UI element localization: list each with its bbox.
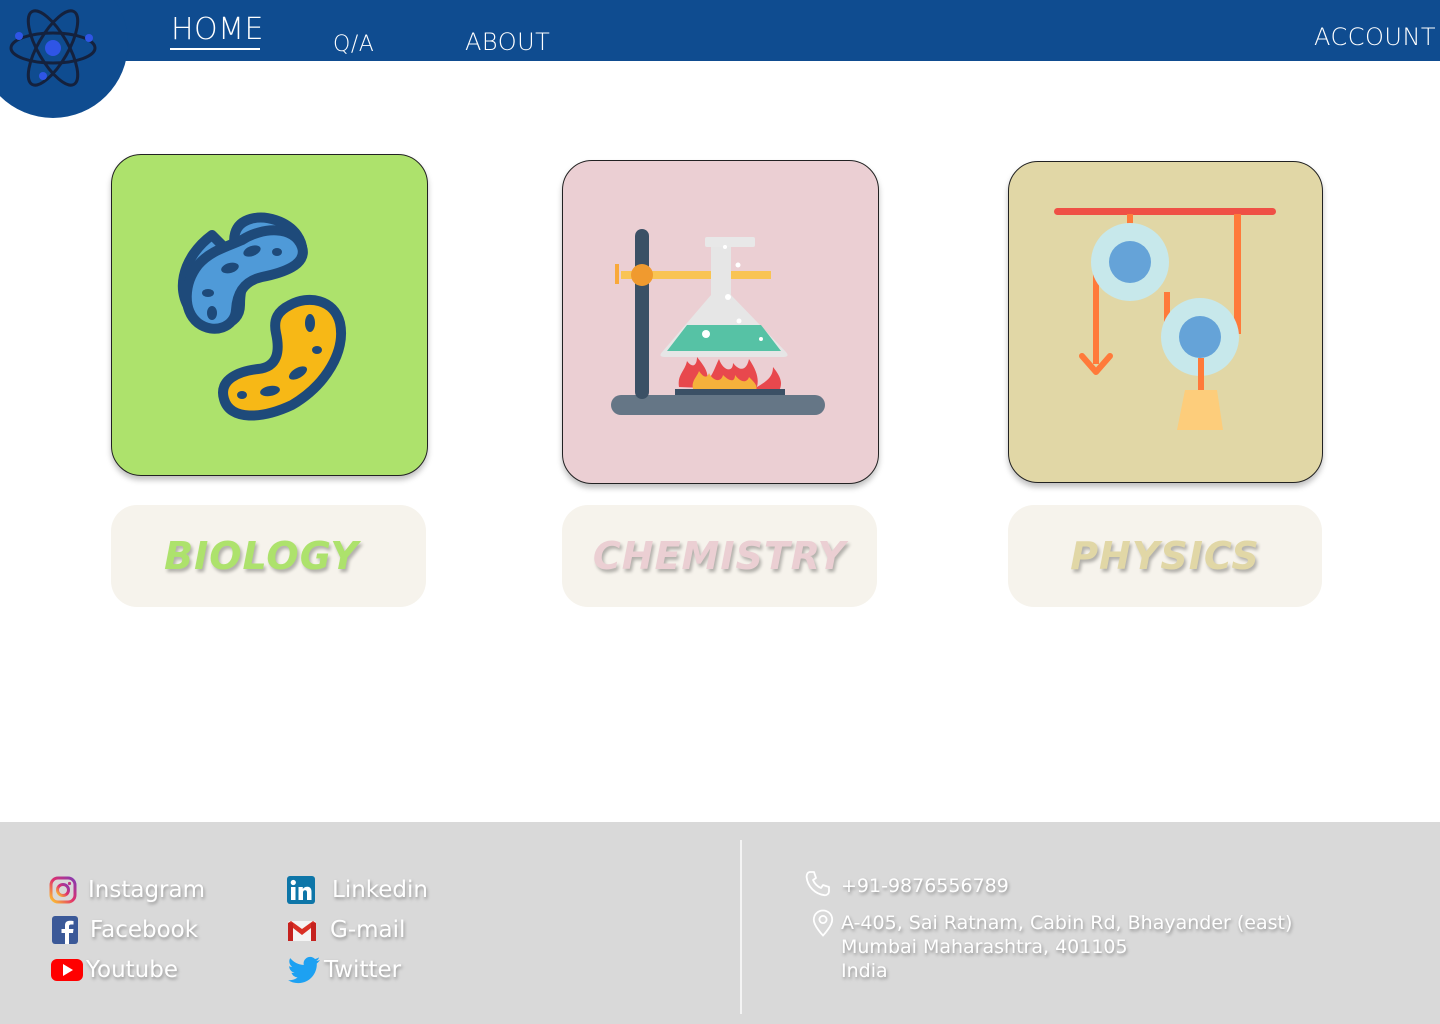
linkedin-label: Linkedin [332,877,428,903]
gmail-link[interactable]: G-mail [286,915,405,945]
youtube-icon [50,955,83,985]
nav-qa[interactable]: Q/A [333,32,374,57]
gmail-label: G-mail [330,917,406,943]
nav-home[interactable]: HOME [171,12,264,47]
contact-phone[interactable]: +91-9876556789 [841,874,1009,898]
linkedin-link[interactable]: Linkedin [286,875,428,905]
linkedin-icon [286,875,316,905]
biology-label: BIOLOGY [164,534,359,578]
address-line-3: India [841,960,888,982]
youtube-link[interactable]: Youtube [50,955,178,985]
chemistry-card[interactable] [562,160,879,484]
chemistry-label: CHEMISTRY [592,534,847,578]
nav-account[interactable]: ACCOUNT [1314,23,1436,51]
twitter-label: Twitter [324,957,402,983]
instagram-label: Instagram [88,877,206,903]
twitter-link[interactable]: Twitter [288,955,401,985]
atom-logo-icon[interactable] [8,6,100,90]
gmail-icon [286,915,316,945]
youtube-label: Youtube [86,957,178,983]
biology-card[interactable] [111,154,428,476]
facebook-label: Facebook [90,917,199,943]
nav-about[interactable]: ABOUT [465,28,550,56]
address-line-1: A-405, Sai Ratnam, Cabin Rd, Bhayander (… [841,912,1293,934]
physics-label-button[interactable]: PHYSICS [1008,505,1322,607]
chemistry-label-button[interactable]: CHEMISTRY [562,505,877,607]
facebook-icon [50,915,80,945]
phone-icon [805,871,830,897]
location-pin-icon [812,909,834,937]
nav-home-active-underline [170,48,260,50]
instagram-link[interactable]: Instagram [48,875,205,905]
footer-divider [740,840,742,1014]
address-line-2: Mumbai Maharashtra, 401105 [841,936,1128,958]
footer: Instagram Facebook Youtube Linkedin G-ma… [0,822,1440,1024]
physics-card[interactable] [1008,161,1323,483]
bacteria-icon [177,212,346,421]
pulley-icon [1054,208,1276,430]
biology-label-button[interactable]: BIOLOGY [111,505,426,607]
instagram-icon [48,875,78,905]
facebook-link[interactable]: Facebook [50,915,198,945]
lab-flask-burner-icon [611,229,825,415]
twitter-icon [288,955,320,985]
physics-label: PHYSICS [1070,534,1260,578]
